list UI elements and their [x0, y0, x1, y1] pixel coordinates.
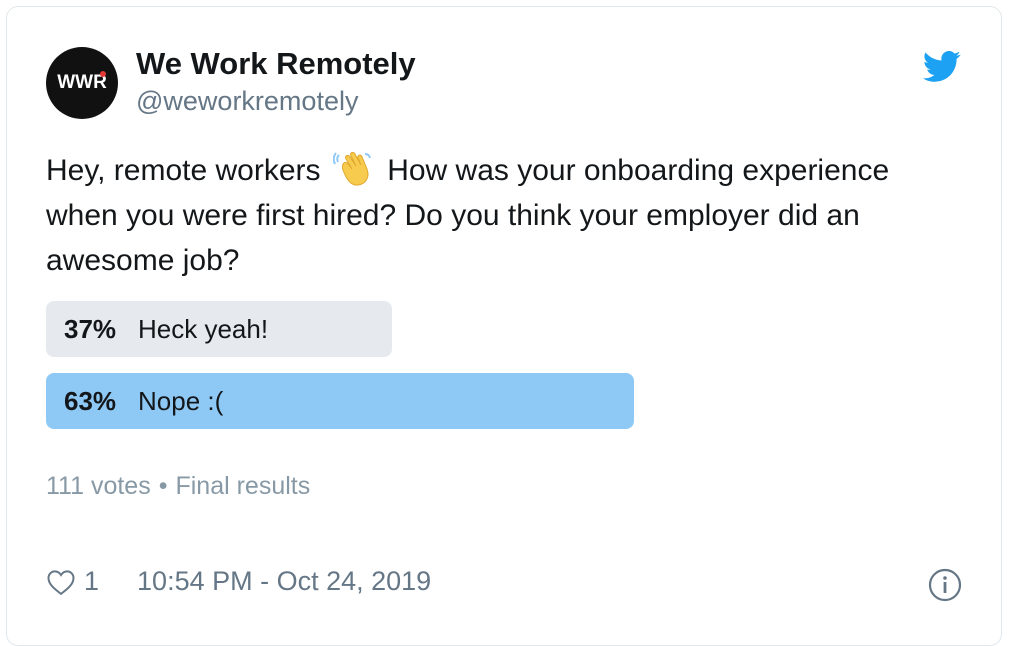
poll-option-2: 63% Nope :(: [46, 373, 223, 429]
waving-hand-icon: [332, 152, 371, 186]
display-name[interactable]: We Work Remotely: [136, 46, 416, 82]
handle[interactable]: @weworkremotely: [136, 86, 358, 117]
heart-icon[interactable]: [46, 568, 76, 596]
avatar-logo-dot: [100, 71, 106, 77]
poll-option-1: 37% Heck yeah!: [46, 301, 268, 357]
timestamp[interactable]: 10:54 PM - Oct 24, 2019: [137, 566, 431, 597]
like-count[interactable]: 1: [84, 566, 99, 597]
poll-option-percent: 37%: [64, 313, 117, 344]
tweet-text-intro: Hey, remote workers: [46, 154, 329, 187]
poll-option-label: Nope :(: [138, 385, 224, 416]
twitter-bird-icon[interactable]: [922, 51, 962, 83]
vote-count: 111 votes: [46, 472, 151, 500]
meta-separator: •: [158, 472, 168, 500]
poll-meta: 111 votes • Final results: [46, 472, 310, 501]
info-icon[interactable]: [928, 568, 962, 602]
poll-option-percent: 63%: [64, 385, 117, 416]
tweet-text: Hey, remote workers How was your onboard…: [46, 148, 966, 283]
poll-status: Final results: [175, 472, 311, 500]
avatar[interactable]: WWR: [46, 47, 118, 119]
tweet-footer: 1 10:54 PM - Oct 24, 2019: [46, 566, 431, 597]
poll-option-label: Heck yeah!: [138, 313, 269, 344]
